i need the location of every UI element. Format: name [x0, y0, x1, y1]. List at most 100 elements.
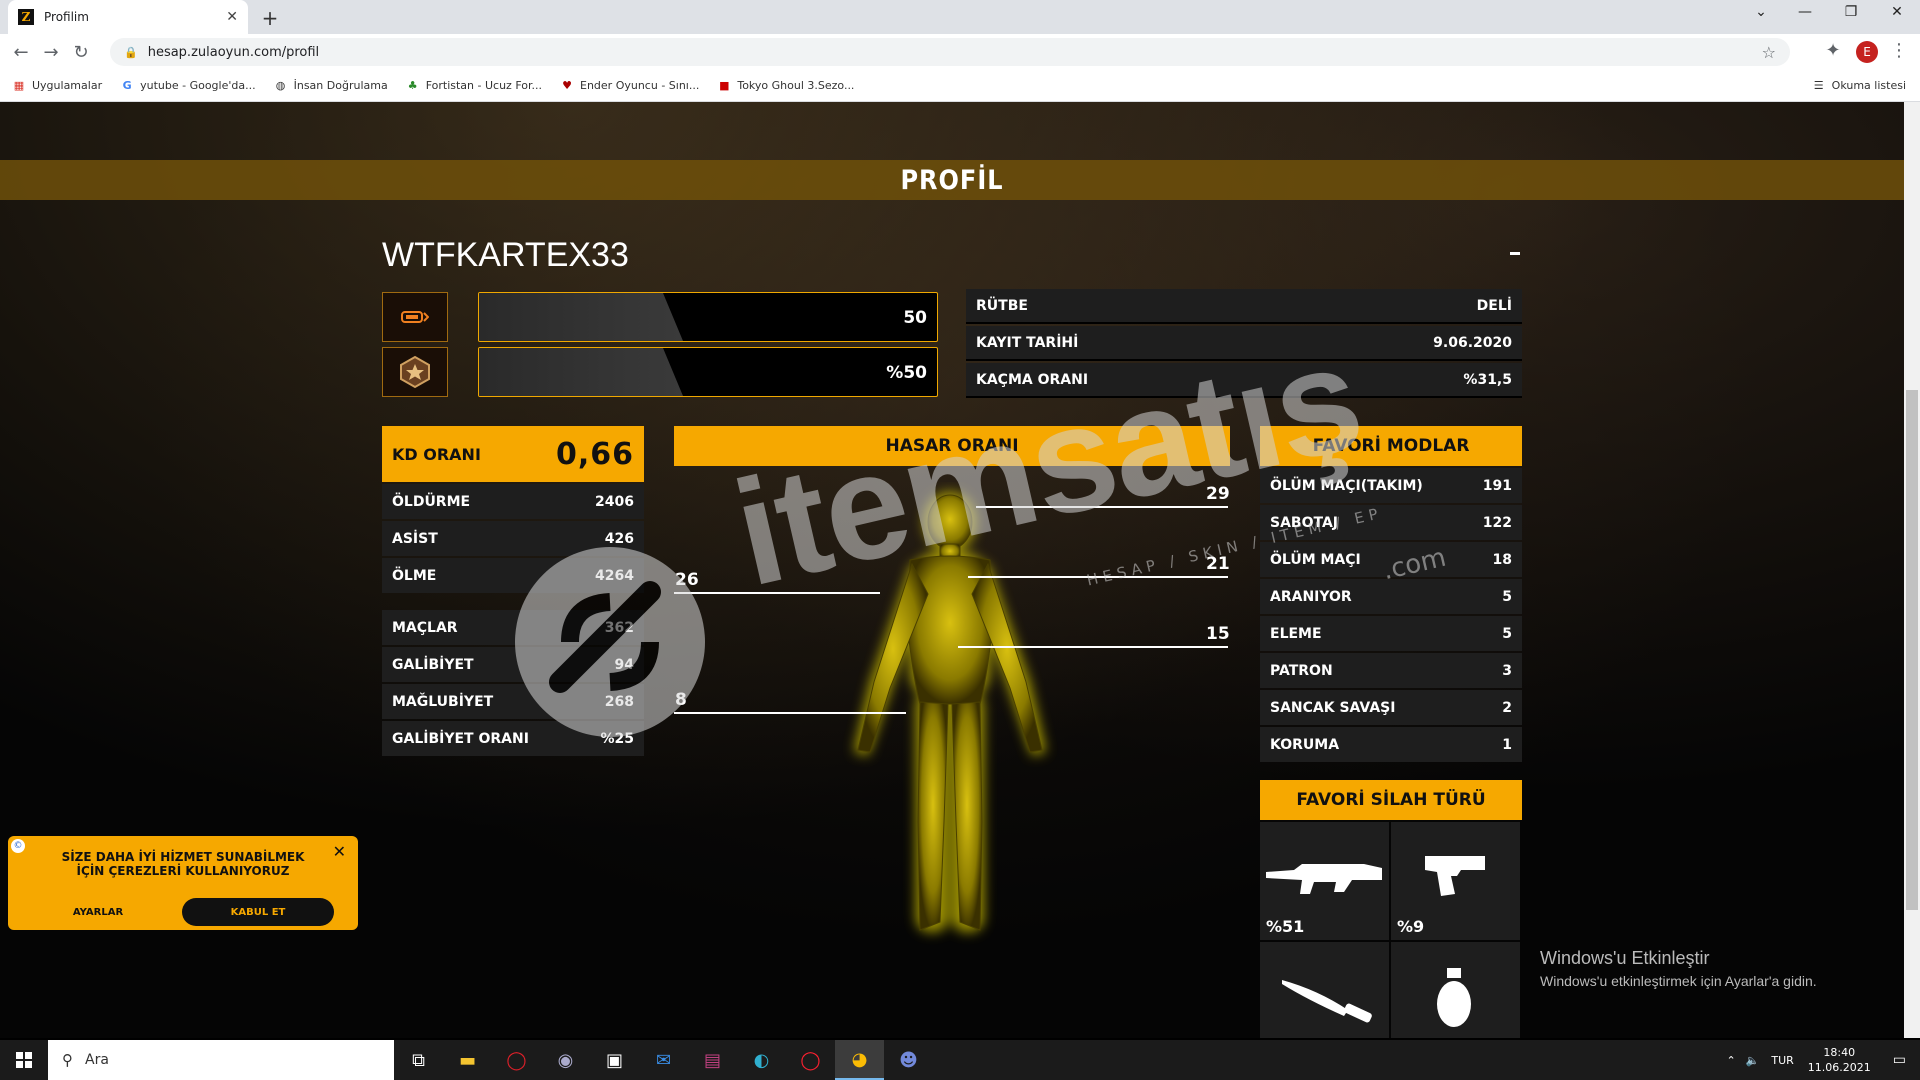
ammo-level-icon [401, 311, 429, 323]
mode-row: KORUMA 1 [1260, 727, 1522, 762]
kd-ratio-header: KD ORANI 0,66 [382, 426, 644, 482]
rank-progress-value: %50 [886, 363, 927, 383]
bookmark-google[interactable]: Gyutube - Google'da... [120, 79, 256, 93]
address-bar[interactable]: 🔒 hesap.zulaoyun.com/profil ☆ [110, 38, 1790, 66]
browser-tab[interactable]: Z Profilim ✕ [8, 0, 248, 34]
zula-favicon-icon: Z [18, 9, 34, 25]
store-icon[interactable]: ▣ [590, 1040, 639, 1080]
bookmarks-bar: ▦ Uygulamalar Gyutube - Google'da... ◍ İns… [0, 70, 1920, 102]
new-tab-button[interactable]: + [258, 6, 282, 30]
taskbar-search[interactable]: ⚲ Ara [48, 1040, 394, 1080]
close-window-button[interactable]: ✕ [1882, 4, 1912, 20]
weapon-cell-rifle: %51 [1260, 822, 1389, 940]
windows-activation-notice: Windows'u Etkinleştir Windows'u etkinleş… [1540, 948, 1817, 989]
language-indicator[interactable]: TUR [1771, 1054, 1793, 1067]
stat-row-kills: ÖLDÜRME 2406 [382, 484, 644, 519]
kd-ratio-value: 0,66 [555, 436, 634, 472]
fortistan-icon: ♣ [407, 79, 418, 92]
rank-icon-box [382, 347, 448, 397]
opera-gx-icon[interactable]: ◯ [786, 1040, 835, 1080]
edge-icon[interactable]: ◐ [737, 1040, 786, 1080]
cookie-accept-button[interactable]: KABUL ET [182, 898, 334, 926]
minimize-button[interactable]: — [1790, 4, 1820, 20]
url-text: hesap.zulaoyun.com/profil [147, 44, 320, 60]
search-icon: ⚲ [62, 1051, 73, 1069]
task-view-icon[interactable]: ⧉ [394, 1040, 443, 1080]
page-banner: PROFİL [0, 160, 1904, 200]
pistol-icon [1425, 856, 1485, 896]
menu-kebab-icon[interactable]: ⋮ [1884, 40, 1914, 61]
stat-row-matches: MAÇLAR 362 [382, 610, 644, 645]
cookie-message: SİZE DAHA İYİ HİZMET SUNABİLMEK İÇİN ÇER… [61, 850, 305, 878]
mode-row: SANCAK SAVAŞI 2 [1260, 690, 1522, 725]
tab-title: Profilim [44, 10, 89, 24]
reading-list[interactable]: ☰ Okuma listesi [1812, 79, 1906, 93]
damage-stomach-value: 15 [1206, 624, 1230, 644]
level-icon-box [382, 292, 448, 342]
close-tab-icon[interactable]: ✕ [226, 9, 238, 25]
bookmark-fortistan[interactable]: ♣ Fortistan - Ucuz For... [406, 79, 542, 93]
bookmark-ender[interactable]: ♥ Ender Oyuncu - Sını... [560, 79, 699, 93]
tray-overflow-icon[interactable]: ⌃ [1726, 1054, 1735, 1067]
tokyo-ghoul-icon: ■ [719, 79, 730, 92]
damage-line-stomach [958, 646, 1228, 648]
damage-line-legs [674, 712, 906, 714]
level-bar-fill [479, 293, 683, 341]
options-dash-icon[interactable] [1510, 252, 1520, 255]
bookmark-star-icon[interactable]: ☆ [1762, 43, 1776, 62]
forward-icon[interactable]: → [36, 42, 66, 63]
taskbar-clock[interactable]: 18:40 11.06.2021 [1808, 1045, 1871, 1075]
windows-logo-icon [16, 1052, 32, 1068]
back-icon[interactable]: ← [6, 42, 36, 63]
discord-icon[interactable]: ☻ [884, 1040, 933, 1080]
bookmark-human-verify[interactable]: ◍ İnsan Doğrulama [274, 79, 388, 93]
file-explorer-icon[interactable]: ▬ [443, 1040, 492, 1080]
apps-grid-icon: ▦ [13, 79, 25, 92]
level-bar: 50 [478, 292, 938, 342]
bookmark-apps[interactable]: ▦ Uygulamalar [12, 79, 102, 93]
reading-list-icon: ☰ [1813, 79, 1824, 92]
steam-icon[interactable]: ◉ [541, 1040, 590, 1080]
grenade-icon [1437, 968, 1471, 1027]
profile-menu-icon[interactable]: ⌄ [1746, 4, 1776, 20]
extensions-icon[interactable]: ✦ [1818, 40, 1848, 61]
browser-toolbar: ← → ↻ 🔒 hesap.zulaoyun.com/profil ☆ ✦ E … [0, 34, 1920, 70]
weapon-cell-knife: %0 [1260, 942, 1389, 1038]
tab-strip [0, 0, 1920, 34]
mail-icon[interactable]: ✉ [639, 1040, 688, 1080]
chrome-icon[interactable]: ◕ [835, 1040, 884, 1080]
globe-icon: ◍ [275, 79, 286, 92]
opera-icon[interactable]: ◯ [492, 1040, 541, 1080]
ender-icon: ♥ [562, 79, 572, 92]
consent-info-icon: © [11, 839, 25, 853]
scrollbar-thumb[interactable] [1906, 390, 1918, 910]
reload-icon[interactable]: ↻ [66, 42, 96, 63]
cookie-consent-popup: © SİZE DAHA İYİ HİZMET SUNABİLMEK İÇİN Ç… [8, 836, 358, 930]
knife-icon [1282, 980, 1372, 1023]
stat-row-win-rate: GALİBİYET ORANI %25 [382, 721, 644, 756]
maximize-button[interactable]: ❐ [1836, 4, 1866, 20]
info-row-rank: RÜTBE DELİ [966, 289, 1522, 324]
damage-legs-value: 8 [675, 690, 687, 710]
stat-row-wins: GALİBİYET 94 [382, 647, 644, 682]
notifications-icon[interactable]: ▭ [1893, 1052, 1906, 1068]
stat-row-assists: ASİST 426 [382, 521, 644, 556]
weapon-cell-pistol: %9 [1391, 822, 1520, 940]
rank-progress-bar: %50 [478, 347, 938, 397]
cookie-close-icon[interactable]: ✕ [333, 842, 346, 861]
mode-row: ELEME 5 [1260, 616, 1522, 651]
profile-avatar[interactable]: E [1856, 41, 1878, 63]
cookie-settings-button[interactable]: AYARLAR [48, 898, 148, 926]
favorite-weapon-header: FAVORİ SİLAH TÜRÜ [1260, 780, 1522, 820]
volume-icon[interactable]: 🔈 [1746, 1054, 1760, 1067]
damage-arms-value: 26 [675, 570, 699, 590]
rank-badge-icon [400, 355, 430, 389]
stat-row-losses: MAĞLUBİYET 268 [382, 684, 644, 719]
start-button[interactable] [0, 1040, 48, 1080]
bookmark-tokyo-ghoul[interactable]: ■ Tokyo Ghoul 3.Sezo... [717, 79, 854, 93]
google-icon: G [122, 79, 132, 92]
page-title: PROFİL [900, 164, 1004, 196]
stat-row-deaths: ÖLME 4264 [382, 558, 644, 593]
system-tray: ⌃ 🔈 TUR 18:40 11.06.2021 ▭ [1726, 1045, 1920, 1075]
winrar-icon[interactable]: ▤ [688, 1040, 737, 1080]
